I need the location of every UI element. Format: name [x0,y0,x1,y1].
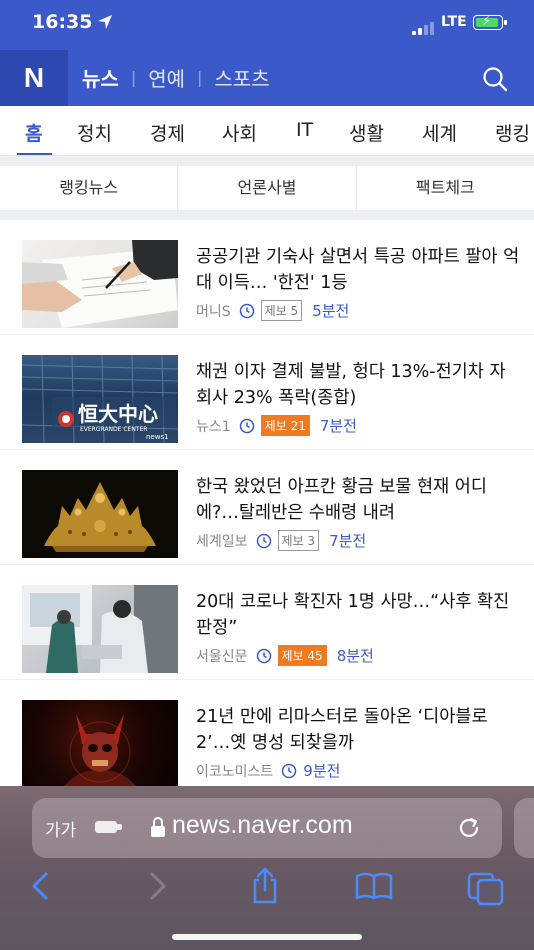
lock-icon [151,817,165,837]
nav-separator: | [197,68,203,87]
svg-text:EVERGRANDE CENTER: EVERGRANDE CENTER [80,426,147,433]
tab-ranking[interactable]: 랭킹 [495,119,530,146]
forward-icon[interactable] [136,866,176,906]
news-meta: 뉴스1 제보 21 7분전 [196,415,357,436]
subtab-by-press[interactable]: 언론사별 [178,166,357,210]
news-title[interactable]: 21년 만에 리마스터로 돌아온 ‘디아블로2’…옛 명성 되찾을까 [196,704,520,756]
share-icon[interactable] [245,866,285,906]
bookmarks-icon[interactable] [354,866,394,906]
svg-text:恒大中心: 恒大中心 [78,402,158,426]
status-time: 16:35 [32,11,93,33]
news-time: 5분전 [312,302,350,320]
next-tab-preview[interactable] [514,798,534,858]
report-badge: 제보 21 [260,415,310,436]
news-meta: 이코노미스트 9분전 [196,760,340,781]
nav-entertainment[interactable]: 연예 [148,63,185,92]
news-item[interactable]: 恒大中心 EVERGRANDE CENTER news1 채권 이자 결제 불발… [0,335,534,450]
home-indicator [172,934,362,940]
news-source: 세계일보 [196,533,248,550]
tab-politics[interactable]: 정치 [77,119,112,146]
tab-life[interactable]: 생활 [349,119,384,146]
address-bar[interactable]: 가가 news.naver.com [32,798,502,858]
section-nav: 뉴스 | 연예 | 스포츠 [82,63,270,92]
sub-tabs: 랭킹뉴스 언론사별 팩트체크 [0,166,534,210]
news-thumbnail[interactable] [22,585,178,673]
news-item[interactable]: 21년 만에 리마스터로 돌아온 ‘디아블로2’…옛 명성 되찾을까 이코노미스… [0,680,534,795]
divider [0,210,534,220]
news-time: 9분전 [303,762,341,780]
news-thumbnail[interactable] [22,700,178,788]
reload-icon[interactable] [455,814,483,842]
subtab-ranking-news[interactable]: 랭킹뉴스 [0,166,179,210]
nav-news[interactable]: 뉴스 [82,63,119,92]
news-time: 8분전 [336,647,374,665]
tabs-icon[interactable] [466,866,506,906]
news-time: 7분전 [319,417,357,435]
browser-toolbar: 가가 news.naver.com [0,786,534,950]
news-thumbnail[interactable]: 恒大中心 EVERGRANDE CENTER news1 [22,355,178,443]
clock-icon [256,648,271,663]
text-size-button[interactable]: 가가 [45,816,76,841]
clock-icon [256,533,271,548]
tab-society[interactable]: 사회 [222,119,257,146]
news-title[interactable]: 한국 왔었던 아프칸 황금 보물 현재 어디에?…탈레반은 수배령 내려 [196,474,520,526]
news-source: 뉴스1 [196,418,231,435]
report-badge: 제보 5 [260,300,303,321]
network-type: LTE [441,14,467,30]
news-thumbnail[interactable] [22,470,178,558]
news-source: 이코노미스트 [196,763,274,780]
news-thumbnail[interactable] [22,240,178,328]
naver-logo[interactable]: N [0,50,68,106]
news-item[interactable]: 한국 왔었던 아프칸 황금 보물 현재 어디에?…탈레반은 수배령 내려 세계일… [0,450,534,565]
report-badge: 제보 45 [277,645,327,666]
news-title[interactable]: 채권 이자 결제 불발, 헝다 13%-전기차 자회사 23% 폭락(종합) [196,359,520,411]
news-time: 7분전 [329,532,367,550]
news-meta: 세계일보 제보 3 7분전 [196,530,366,551]
status-bar: 16:35 LTE ⚡ [0,0,534,50]
back-icon[interactable] [22,866,62,906]
bottom-toolbar [0,866,534,910]
news-title[interactable]: 공공기관 기숙사 살면서 특공 아파트 팔아 억대 이득… '한전' 1등 [196,244,520,296]
report-badge: 제보 3 [277,530,320,551]
subtab-fact-check[interactable]: 팩트체크 [357,166,534,210]
news-item[interactable]: 20대 코로나 확진자 1명 사망…“사후 확진 판정” 서울신문 제보 45 … [0,565,534,680]
clock-icon [282,763,297,778]
clock-icon [239,418,254,433]
tab-it[interactable]: IT [296,119,313,141]
tab-economy[interactable]: 경제 [150,119,185,146]
news-source: 머니S [196,303,231,320]
news-item[interactable]: 공공기관 기숙사 살면서 특공 아파트 팔아 억대 이득… '한전' 1등 머니… [0,220,534,335]
news-title[interactable]: 20대 코로나 확진자 1명 사망…“사후 확진 판정” [196,589,520,641]
url-text[interactable]: news.naver.com [172,811,353,840]
news-meta: 서울신문 제보 45 8분전 [196,645,374,666]
news-source: 서울신문 [196,648,248,665]
signal-icon [412,16,436,35]
nav-sports[interactable]: 스포츠 [214,63,269,92]
battery-icon: ⚡ [473,14,507,30]
news-meta: 머니S 제보 5 5분전 [196,300,349,321]
extension-icon[interactable] [94,818,124,836]
tab-home[interactable]: 홈 [25,119,42,146]
clock-icon [239,303,254,318]
naver-header: N 뉴스 | 연예 | 스포츠 [0,50,534,106]
nav-separator: | [130,68,137,87]
svg-text:news1: news1 [146,433,169,441]
location-arrow-icon [98,15,112,29]
category-tabs: 홈 정치 경제 사회 IT 생활 세계 랭킹 [0,106,534,156]
search-icon[interactable] [481,65,509,93]
tab-world[interactable]: 세계 [422,119,457,146]
divider [0,156,534,166]
